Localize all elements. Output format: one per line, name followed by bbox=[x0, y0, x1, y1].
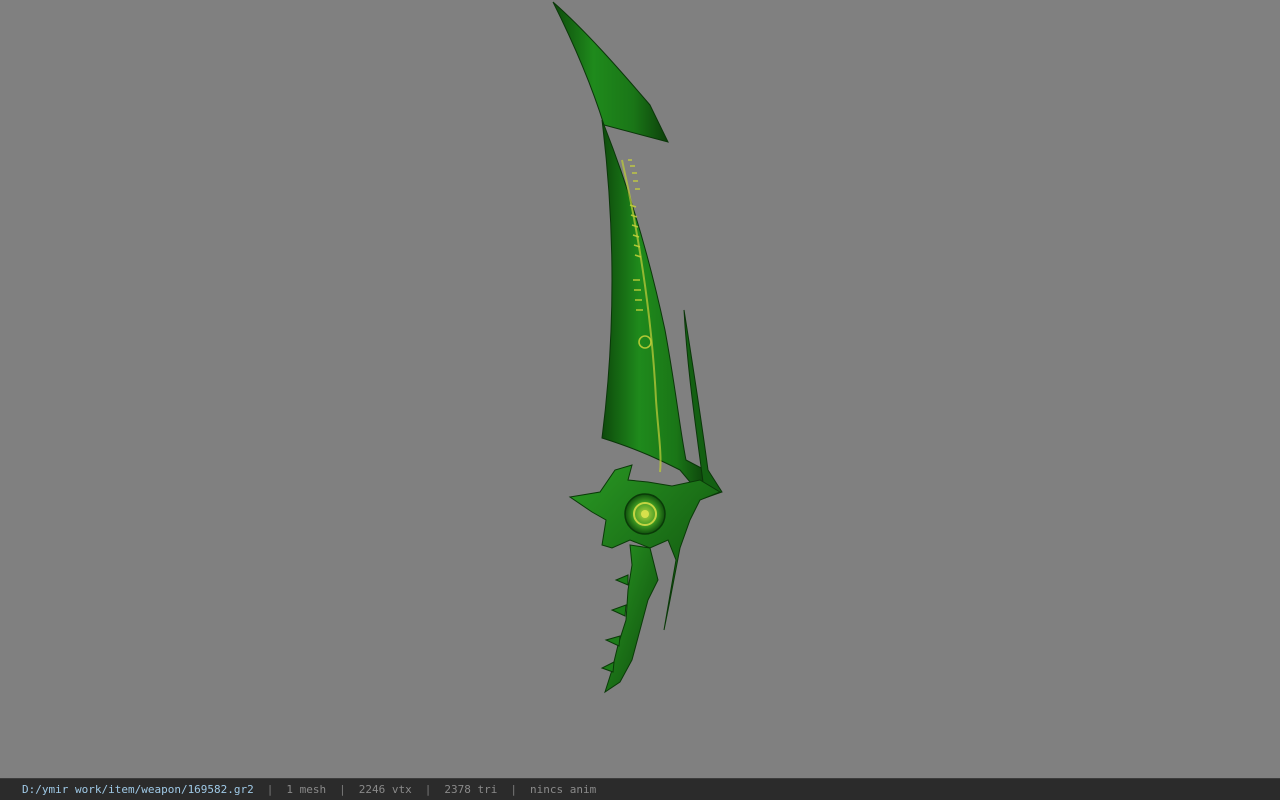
blade-tip bbox=[552, 1, 669, 143]
status-bar: D:/ymir work/item/weapon/169582.gr2 | 1 me… bbox=[0, 778, 1280, 800]
sword-model bbox=[552, 1, 723, 694]
separator: | bbox=[510, 783, 518, 796]
blade bbox=[601, 119, 709, 491]
separator: | bbox=[266, 783, 274, 796]
file-path: D:/ymir work/item/weapon/169582.gr2 bbox=[22, 783, 254, 796]
anim-status: nincs anim bbox=[530, 783, 597, 796]
model-viewport[interactable] bbox=[0, 0, 1280, 778]
vertex-count: 2246 vtx bbox=[358, 783, 412, 796]
mesh-count: 1 mesh bbox=[286, 783, 327, 796]
separator: | bbox=[339, 783, 346, 796]
separator: | bbox=[424, 783, 432, 796]
triangle-count: 2378 tri bbox=[444, 783, 498, 796]
